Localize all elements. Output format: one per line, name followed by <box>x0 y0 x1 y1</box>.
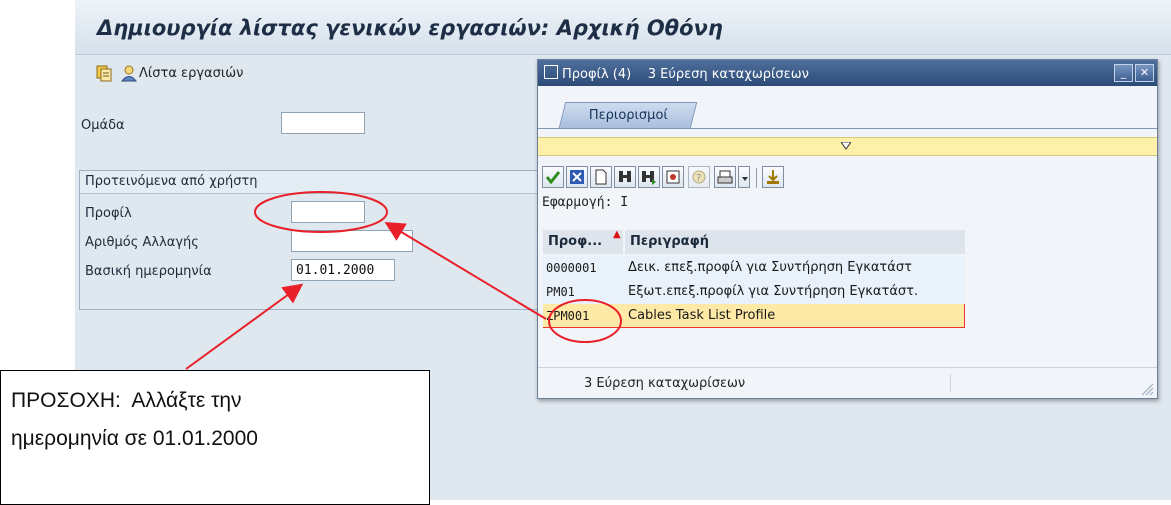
description-cell: Cables Task List Profile <box>628 308 776 323</box>
group-field[interactable] <box>281 112 365 134</box>
profile-label: Προφίλ <box>85 206 132 221</box>
title-bar: Δημιουργία λίστας γενικών εργασιών: Αρχι… <box>75 0 1171 55</box>
tab-restrictions[interactable]: Περιορισμοί <box>558 102 698 128</box>
column-header-profile[interactable]: Προφ... ▲ <box>543 230 623 254</box>
dropdown-icon[interactable] <box>738 166 750 188</box>
warning-note: ΠΡΟΣΟΧΗ: Αλλάξτε την ημερομηνία σε 01.01… <box>0 370 430 505</box>
column-header-description[interactable]: Περιγραφή <box>625 230 965 254</box>
key-date-field[interactable] <box>291 259 395 281</box>
sort-icon[interactable] <box>762 166 784 188</box>
resize-grip-icon[interactable] <box>1140 382 1154 396</box>
profile-field[interactable] <box>291 201 365 223</box>
change-number-field[interactable] <box>291 230 413 252</box>
profile-code-cell: ZPM001 <box>546 309 590 323</box>
warning-line-1: ΠΡΟΣΟΧΗ: Αλλάξτε την <box>11 389 242 412</box>
warning-line-2: ημερομηνία σε 01.01.2000 <box>11 427 258 450</box>
print-icon[interactable] <box>714 166 736 188</box>
table-row[interactable]: PM01 Εξωτ.επεξ.προφίλ για Συντήρηση Εγκα… <box>543 280 965 304</box>
change-number-label: Αριθμός Αλλαγής <box>85 235 199 250</box>
svg-text:?: ? <box>696 173 701 184</box>
cancel-icon[interactable] <box>566 166 588 188</box>
profile-code-cell: PM01 <box>546 285 575 299</box>
tab-restrictions-label: Περιορισμοί <box>588 108 668 123</box>
description-cell: Δεικ. επεξ.προφίλ για Συντήρηση Εγκατάστ <box>628 260 912 275</box>
profile-value-help-dialog: Προφίλ (4) 3 Εύρεση καταχωρίσεων _ ✕ Περ… <box>537 59 1158 399</box>
table-row[interactable]: 0000001 Δεικ. επεξ.προφίλ για Συντήρηση … <box>543 256 965 280</box>
settings-icon[interactable] <box>662 166 684 188</box>
section-header: Προτεινόμενα από χρήστη <box>80 171 550 194</box>
new-icon[interactable] <box>590 166 612 188</box>
application-filter-text: Εφαρμογή: I <box>542 195 629 210</box>
user-icon[interactable] <box>120 64 138 82</box>
minimize-button[interactable]: _ <box>1114 64 1133 82</box>
group-label: Ομάδα <box>81 118 125 133</box>
find-icon[interactable] <box>614 166 636 188</box>
profile-code-cell: 0000001 <box>546 261 597 275</box>
key-date-label: Βασική ημερομηνία <box>85 264 212 279</box>
help-icon[interactable]: ? <box>688 166 710 188</box>
triangle-down-icon[interactable] <box>841 142 851 150</box>
table-row-selected[interactable]: ZPM001 Cables Task List Profile <box>543 304 965 328</box>
window-title: Δημιουργία λίστας γενικών εργασιών: Αρχι… <box>97 16 723 40</box>
sort-asc-icon: ▲ <box>613 229 621 240</box>
status-bar: 3 Εύρεση καταχωρίσεων <box>538 367 1157 398</box>
restrictions-toggle-bar[interactable] <box>538 137 1157 156</box>
close-button[interactable]: ✕ <box>1135 64 1154 82</box>
copy-icon[interactable] <box>95 64 113 82</box>
status-text: 3 Εύρεση καταχωρίσεων <box>584 376 746 391</box>
description-cell: Εξωτ.επεξ.προφίλ για Συντήρηση Εγκατάστ. <box>628 284 919 299</box>
dialog-title-bar: Προφίλ (4) 3 Εύρεση καταχωρίσεων _ ✕ <box>538 60 1157 86</box>
find-next-icon[interactable] <box>638 166 660 188</box>
dialog-icon <box>544 65 558 79</box>
checkmark-icon[interactable] <box>542 166 564 188</box>
dialog-title: Προφίλ (4) 3 Εύρεση καταχωρίσεων <box>562 67 809 82</box>
section-title: Προτεινόμενα από χρήστη <box>85 174 258 189</box>
task-list-button[interactable]: Λίστα εργασιών <box>139 66 243 81</box>
